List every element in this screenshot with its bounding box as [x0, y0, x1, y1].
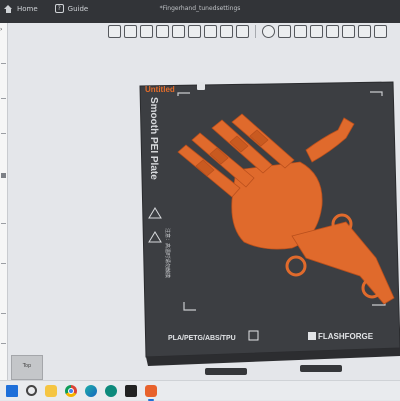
plate-name[interactable]: Untitled [145, 85, 175, 94]
plate-tab [300, 365, 342, 372]
build-plate-viewport[interactable]: Untitled Smooth PEI Plate 注意：高温时请勿触摸 PLA… [0, 0, 400, 400]
search-icon[interactable] [26, 385, 37, 396]
file-explorer-icon[interactable] [45, 384, 57, 397]
windows-start-icon[interactable] [6, 384, 18, 397]
brand-logo-icon [308, 332, 316, 340]
view-cube-label: Top [22, 363, 32, 369]
slicer-app-icon[interactable] [145, 384, 157, 401]
view-cube[interactable]: Top [11, 355, 43, 380]
edit-plate-name-icon[interactable] [197, 82, 205, 90]
brand-label: FLASHFORGE [318, 332, 374, 341]
os-taskbar [0, 380, 400, 401]
teal-app-icon[interactable] [105, 384, 117, 397]
materials-label: PLA/PETG/ABS/TPU [168, 335, 236, 342]
plate-tab [205, 368, 247, 375]
plate-type-label: Smooth PEI Plate [148, 97, 159, 180]
chrome-icon[interactable] [65, 384, 77, 397]
edge-icon[interactable] [85, 384, 97, 397]
dark-app-icon[interactable] [125, 384, 137, 397]
warning-text: 注意：高温时请勿触摸 [164, 228, 171, 278]
